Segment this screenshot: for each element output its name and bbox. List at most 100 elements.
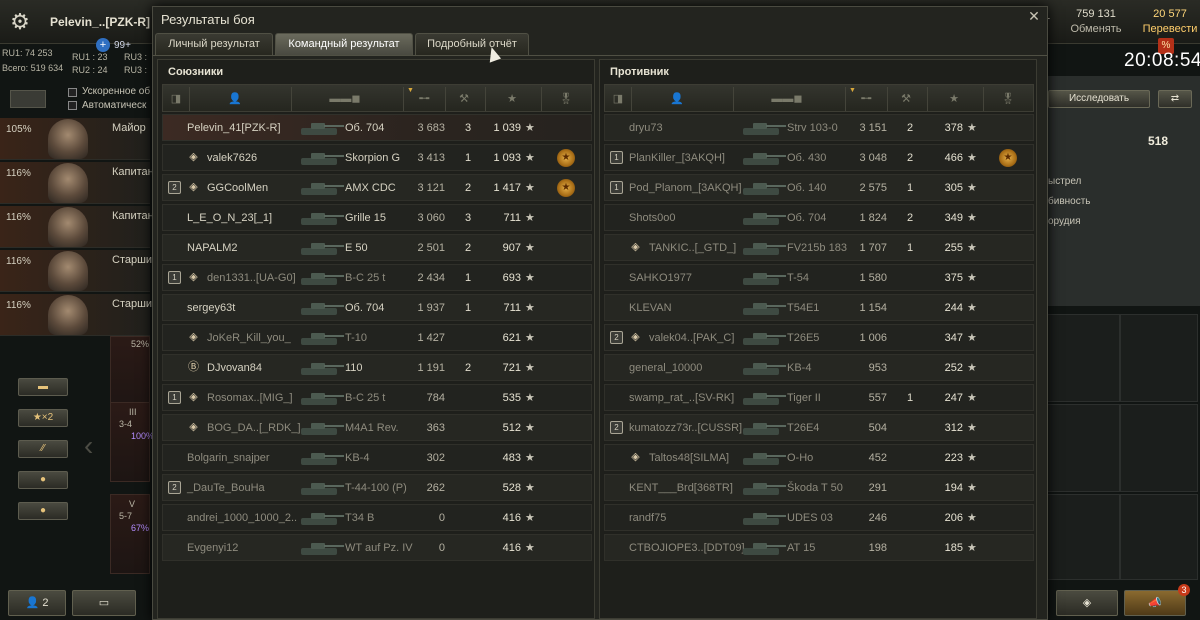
player-name[interactable]: GGCoolMen [207,182,268,194]
credits-block[interactable]: 759 131 Обменять [1064,8,1128,35]
table-row[interactable]: 2 _DauTe_BouHa T-44-100 (P) 262 528 ★ [162,474,592,501]
table-row[interactable]: ◈ JoKeR_Kill_you_ T-10 1 427 621 ★ [162,324,592,351]
player-name[interactable]: TANKIC..[_GTD_] [649,242,736,254]
gear-icon[interactable]: ⚙ [6,8,34,36]
player-name[interactable]: Shots0o0 [629,212,675,224]
crew-member-3[interactable]: 116% Капитан [0,206,154,248]
table-row[interactable]: 1 ◈ Rosomax..[MIG_] B-C 25 t 784 535 ★ [162,384,592,411]
player-name[interactable]: JoKeR_Kill_you_ [207,332,291,344]
chevron-left-icon[interactable]: ‹ [84,430,93,462]
table-row[interactable]: KLEVAN T54E1 1 154 244 ★ [604,294,1034,321]
table-row[interactable]: SAHKO1977 T-54 1 580 375 ★ [604,264,1034,291]
medal-icon[interactable]: 🎖 [1001,92,1015,106]
table-row[interactable]: ◈ BOG_DA..[_RDK_] M4A1 Rev. 363 512 ★ [162,414,592,441]
star-icon[interactable]: ★ [503,92,521,106]
player-name[interactable]: andrei_1000_1000_2.. [187,512,297,524]
player-name[interactable]: Rosomax..[MIG_] [207,392,293,404]
table-row[interactable]: ◈ Taltos48[SILMA] O-Ho 452 223 ★ [604,444,1034,471]
table-row[interactable]: Pelevin_41[PZK-R] Об. 704 3 683 3 1 039 ★ [162,114,592,141]
player-name[interactable]: valek7626 [207,152,257,164]
player-name[interactable]: CTBOJIOPE3..[DDT09] [629,542,745,554]
player-name[interactable]: DJvovan84 [207,362,262,374]
table-row[interactable]: Evgenyi12 WT auf Pz. IV 0 416 ★ [162,534,592,561]
tank-icon[interactable]: ▬▬◼ [317,92,373,106]
table-row[interactable]: Shots0o0 Об. 704 1 824 2 349 ★ [604,204,1034,231]
vehicle-slot[interactable] [1042,404,1120,492]
table-row[interactable]: 2 ◈ valek04..[PAK_C] T26E5 1 006 347 ★ [604,324,1034,351]
player-name[interactable]: Pelevin_41[PZK-R] [187,122,281,134]
player-name[interactable]: den1331..[UA-G0] [207,272,296,284]
vehicle-card-3[interactable]: V 5-7 67% [110,494,150,574]
player-name[interactable]: Bolgarin_snajper [187,452,270,464]
table-row[interactable]: 2 ◈ GGCoolMen AMX CDC 3 121 2 1 417 ★ ★ [162,174,592,201]
player-icon[interactable]: 👤 [665,92,689,106]
service-button[interactable]: ◈ [1056,590,1118,616]
player-name[interactable]: general_10000 [629,362,702,374]
vehicle-slot[interactable] [1120,494,1198,580]
crew-member-5[interactable]: 116% Старши [0,294,152,336]
table-row[interactable]: CTBOJIOPE3..[DDT09] AT 15 198 185 ★ [604,534,1034,561]
player-name[interactable]: kumatozz73r..[CUSSR] [629,422,742,434]
table-row[interactable]: 1 ◈ den1331..[UA-G0] B-C 25 t2 434 1 693 ★ [162,264,592,291]
table-row[interactable]: L_E_O_N_23[_1] Grille 15 3 060 3 711 ★ [162,204,592,231]
player-name[interactable]: Pod_Planom_[3AKQH] [629,182,742,194]
crew-member-2[interactable]: 116% Капитан [0,162,154,204]
player-name[interactable]: swamp_rat_..[SV-RK] [629,392,734,404]
player-name[interactable]: NAPALM2 [187,242,238,254]
tank-icon[interactable]: ▬▬◼ [759,92,815,106]
table-row[interactable]: sergey63t Об. 704 1 937 1 711 ★ [162,294,592,321]
tab-team[interactable]: Командный результат [275,33,413,55]
accelerated-checkbox[interactable] [68,88,77,97]
table-row[interactable]: Bolgarin_snajper KB-4 302 483 ★ [162,444,592,471]
gold-block[interactable]: 20 577 Перевести [1140,8,1200,35]
medal-icon[interactable]: ★ [557,149,575,167]
player-name[interactable]: valek04..[PAK_C] [649,332,734,344]
research-button[interactable]: Исследовать [1048,90,1150,108]
table-row[interactable]: 1 PlanKiller_[3AKQH] Об. 430 3 048 2 466 ★ ★ [604,144,1034,171]
compare-button[interactable]: ⇄ [1158,90,1192,108]
damage-icon[interactable]: ╾╸ [857,92,879,106]
player-name[interactable]: BOG_DA..[_RDK_] [207,422,301,434]
player-name[interactable]: PlanKiller_[3AKQH] [629,152,725,164]
player-icon[interactable]: 👤 [223,92,247,106]
tab-detailed[interactable]: Подробный отчёт [415,33,529,55]
table-row[interactable]: NAPALM2 E 50 2 501 2 907 ★ [162,234,592,261]
table-row[interactable]: KENT___Brd[368TR] Škoda T 50 291 194 ★ [604,474,1034,501]
filter-gun-button[interactable]: ● [18,471,68,489]
table-row[interactable]: ◈ valek7626 Skorpion G3 413 1 1 093 ★ ★ [162,144,592,171]
filter-ammo-button[interactable]: ⁄⁄ [18,440,68,458]
player-name[interactable]: SAHKO1977 [629,272,692,284]
medal-icon[interactable]: ★ [557,179,575,197]
medal-icon[interactable]: ★ [999,149,1017,167]
filter-tank-button[interactable]: ▬ [18,378,68,396]
table-row[interactable]: Ⓑ DJvovan84 110 1 191 2 721 ★ [162,354,592,381]
table-row[interactable]: andrei_1000_1000_2.. T34 B 0 416 ★ [162,504,592,531]
crew-member-1[interactable]: 105% Майор [0,118,150,160]
frags-icon[interactable]: ⚒ [451,92,477,106]
vehicle-slot[interactable] [1042,314,1120,402]
friends-button[interactable]: 👤 2 [8,590,66,616]
table-row[interactable]: 2 kumatozz73r..[CUSSR] T26E4 504 312 ★ [604,414,1034,441]
frags-icon[interactable]: ⚒ [893,92,919,106]
player-name[interactable]: randf75 [629,512,666,524]
medal-icon[interactable]: 🎖 [559,92,573,106]
player-name[interactable]: Pelevin_..[PZK-R] [50,15,150,29]
notifications-button[interactable]: 📣 [1124,590,1186,616]
exchange-link[interactable]: Обменять [1064,23,1128,35]
player-name[interactable]: Evgenyi12 [187,542,238,554]
player-name[interactable]: dryu73 [629,122,663,134]
player-name[interactable]: _DauTe_BouHa [187,482,265,494]
squad-icon[interactable]: ◨ [169,92,183,106]
plus-icon[interactable]: + [96,38,110,52]
squad-icon[interactable]: ◨ [611,92,625,106]
table-row[interactable]: dryu73 Strv 103-0 3 151 2 378 ★ [604,114,1034,141]
crew-toggle-button[interactable] [10,90,46,108]
auto-checkbox[interactable] [68,101,77,110]
tab-personal[interactable]: Личный результат [155,33,273,55]
table-row[interactable]: swamp_rat_..[SV-RK] Tiger II 557 1 247 ★ [604,384,1034,411]
crew-member-4[interactable]: 116% Старши [0,250,152,292]
player-name[interactable]: KLEVAN [629,302,672,314]
close-icon[interactable]: ✕ [1027,9,1041,23]
vehicle-slot[interactable] [1042,494,1120,580]
multiplier-filter-button[interactable]: ★×2 [18,409,68,427]
